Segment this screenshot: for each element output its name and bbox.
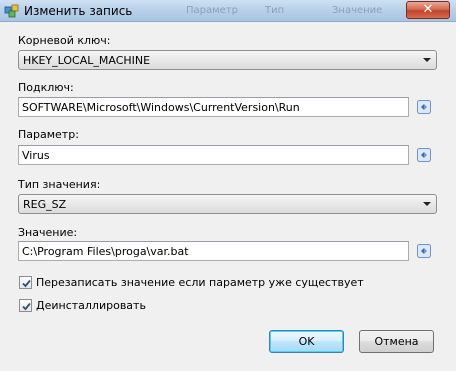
browse-icon[interactable] — [417, 244, 431, 258]
browse-icon[interactable] — [417, 148, 431, 162]
browse-icon[interactable] — [417, 100, 431, 114]
root-key-select[interactable]: HKEY_LOCAL_MACHINE — [18, 50, 437, 70]
parameter-input[interactable]: Virus — [18, 145, 409, 165]
chevron-down-icon[interactable] — [423, 58, 431, 62]
value-type-select[interactable]: REG_SZ — [18, 194, 437, 214]
window-title: Изменить запись — [24, 4, 133, 18]
title-bar[interactable]: Изменить запись Параметр Тип Значение ✕ — [0, 0, 456, 22]
checkmark-icon — [22, 279, 31, 288]
cancel-button[interactable]: Отмена — [359, 330, 434, 353]
value-label: Значение: — [18, 226, 78, 239]
overwrite-checkbox[interactable] — [19, 276, 32, 289]
value-value: C:\Program Files\proga\var.bat — [22, 245, 189, 258]
root-key-label: Корневой ключ: — [18, 34, 111, 47]
subkey-label: Подключ: — [18, 81, 74, 94]
background-menu-item: Параметр — [186, 5, 238, 16]
value-type-label: Тип значения: — [18, 178, 101, 191]
close-icon: ✕ — [422, 2, 434, 17]
parameter-value: Virus — [22, 149, 50, 162]
uninstall-label[interactable]: Деинсталлировать — [36, 299, 146, 312]
value-type-value: REG_SZ — [23, 198, 67, 211]
ok-button[interactable]: OK — [269, 330, 344, 353]
parameter-label: Параметр: — [18, 128, 79, 141]
checkmark-icon — [22, 302, 31, 311]
overwrite-label[interactable]: Перезаписать значение если параметр уже … — [36, 276, 364, 289]
background-menu-item: Значение — [332, 5, 383, 16]
registry-edit-icon — [4, 3, 19, 18]
close-button[interactable]: ✕ — [406, 1, 450, 19]
subkey-value: SOFTWARE\Microsoft\Windows\CurrentVersio… — [22, 101, 300, 114]
uninstall-checkbox[interactable] — [19, 299, 32, 312]
value-input[interactable]: C:\Program Files\proga\var.bat — [18, 241, 409, 261]
background-menu-item: Тип — [265, 5, 285, 16]
chevron-down-icon[interactable] — [423, 202, 431, 206]
root-key-value: HKEY_LOCAL_MACHINE — [23, 54, 151, 67]
subkey-input[interactable]: SOFTWARE\Microsoft\Windows\CurrentVersio… — [18, 97, 409, 117]
